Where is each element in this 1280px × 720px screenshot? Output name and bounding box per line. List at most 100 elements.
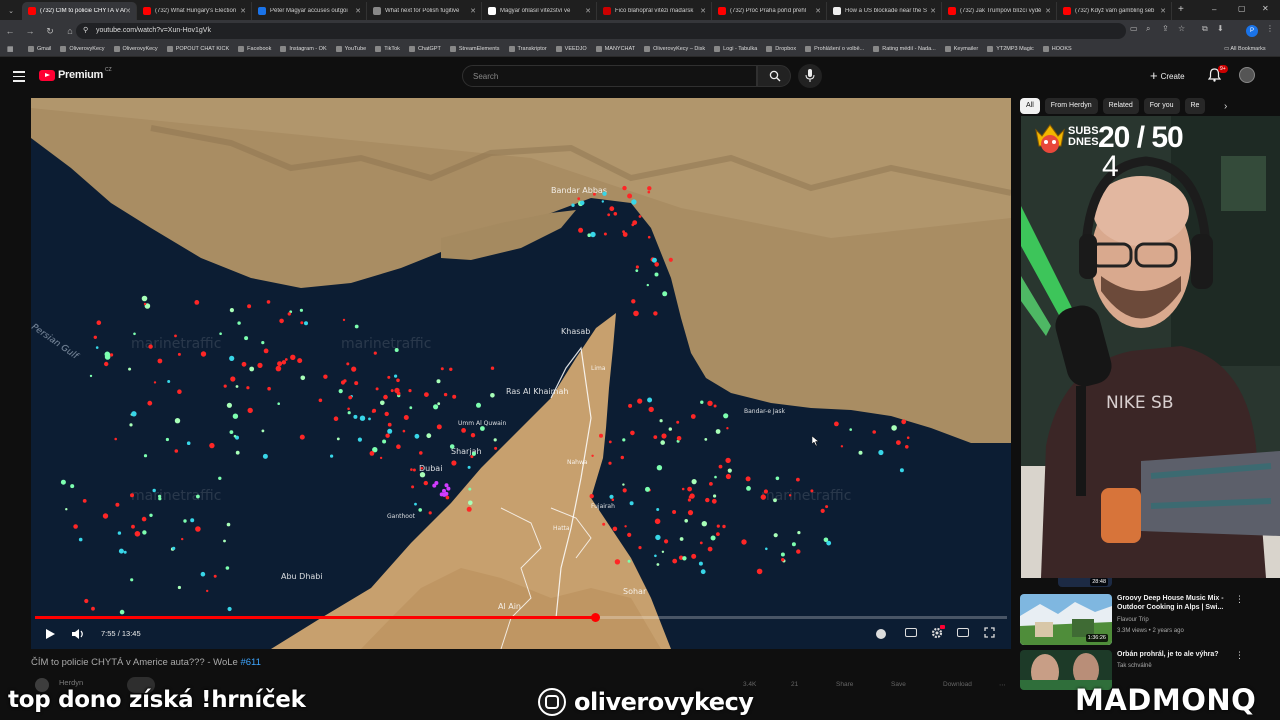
suggestion-partial-top[interactable]: 28:48 — [1020, 578, 1260, 588]
bookmark-item[interactable]: Gmail — [28, 46, 51, 52]
chip-for-you[interactable]: For you — [1143, 98, 1180, 114]
browser-tab[interactable]: How a US blockade near the S ✕ — [827, 2, 942, 20]
profile-icon[interactable]: P — [1246, 25, 1258, 37]
bookmark-item[interactable]: Facebook — [238, 46, 271, 52]
comments-count[interactable]: 21 — [791, 681, 798, 688]
search-button[interactable] — [757, 65, 791, 87]
bookmark-item[interactable]: OliverovyKecy — [60, 46, 105, 52]
ship-marker — [676, 420, 680, 424]
browser-tab[interactable]: Magyar ohlásil vítězství ve ✕ — [482, 2, 597, 20]
tab-close-icon[interactable]: ✕ — [125, 7, 131, 15]
window-close-icon[interactable]: ✕ — [1262, 4, 1269, 13]
browser-tab[interactable]: (732) Proč Praha poříd přehl ✕ — [712, 2, 827, 20]
bookmark-item[interactable]: ChatGPT — [408, 46, 441, 52]
play-icon[interactable] — [44, 628, 56, 640]
suggested-video[interactable]: 1:36:26 Groovy Deep House Music Mix - Ou… — [1020, 594, 1260, 646]
bookmark-item[interactable]: OliverovyKecy – Disk — [644, 46, 705, 52]
ship-marker — [461, 428, 466, 433]
bookmark-item[interactable]: POPOUT CHAT KICK — [166, 46, 229, 52]
apps-icon[interactable]: ▦ — [7, 45, 14, 53]
zoom-icon[interactable]: ⌕ — [1146, 24, 1150, 34]
tab-close-icon[interactable]: ✕ — [585, 7, 591, 15]
bookmark-item[interactable]: Instagram - OK — [280, 46, 327, 52]
bookmark-item[interactable]: YT2MP3 Magic — [987, 46, 1034, 52]
bookmark-item[interactable]: Transkriptor — [508, 46, 547, 52]
bookmark-item[interactable]: TikTok — [375, 46, 400, 52]
tab-close-icon[interactable]: ✕ — [815, 7, 821, 15]
search-input[interactable]: Search — [462, 65, 757, 87]
chip-all[interactable]: All — [1020, 98, 1040, 114]
chip-from-herdyn[interactable]: From Herdyn — [1044, 98, 1098, 114]
tab-close-icon[interactable]: ✕ — [355, 7, 361, 15]
tab-favicon-icon — [143, 7, 151, 15]
browser-tab[interactable]: (732) What Hungary's Election ✕ — [137, 2, 252, 20]
all-bookmarks-link[interactable]: ▭ All Bookmarks — [1224, 46, 1266, 52]
browser-tab[interactable]: (732) Když vám gambling seb ✕ — [1057, 2, 1172, 20]
fullscreen-icon[interactable] — [984, 627, 995, 638]
autoplay-toggle[interactable] — [876, 629, 886, 639]
chip-related[interactable]: Related — [1102, 98, 1139, 114]
extensions-icon[interactable]: ⧉ — [1202, 24, 1208, 34]
cast-icon[interactable]: ▭ — [1130, 24, 1138, 33]
bookmark-item[interactable]: Keymailer — [944, 46, 978, 52]
tab-close-icon[interactable]: ✕ — [930, 7, 936, 15]
site-info-icon[interactable]: ⚲ — [83, 23, 88, 39]
bookmark-item[interactable]: YouTube — [335, 46, 366, 52]
progress-bar[interactable] — [35, 613, 1007, 622]
tab-close-icon[interactable]: ✕ — [470, 7, 476, 15]
window-minimize-icon[interactable]: – — [1212, 5, 1216, 14]
subtitles-icon[interactable] — [905, 628, 917, 637]
install-icon[interactable]: ⇪ — [1162, 24, 1169, 33]
bookmark-star-icon[interactable]: ☆ — [1178, 24, 1185, 33]
bookmark-item[interactable]: Logi - Tabulka — [714, 46, 757, 52]
browser-tab[interactable]: Fico blahopřál vítězi maďarsk ✕ — [597, 2, 712, 20]
bookmark-item[interactable]: StreamElements — [449, 46, 500, 52]
browser-tab[interactable]: (732) ČÍM to policie CHYTÁ v Americe aut… — [22, 2, 137, 20]
voice-search-button[interactable] — [798, 64, 822, 88]
forward-icon[interactable]: → — [20, 26, 40, 36]
save-button[interactable]: Save — [891, 681, 906, 688]
tab-favicon-icon — [373, 7, 381, 15]
more-options-icon[interactable]: ⋮ — [1235, 650, 1244, 661]
video-player[interactable]: Bandar Abbas Khasab Ras Al Khaimah Sharj… — [31, 98, 1011, 649]
youtube-premium-logo[interactable]: Premium CZ — [39, 67, 112, 81]
chip-recently-uploaded[interactable]: Re — [1184, 98, 1206, 114]
account-avatar[interactable] — [1239, 67, 1255, 83]
browser-menu-icon[interactable]: ⋮ — [1266, 24, 1274, 33]
chevron-right-icon[interactable]: › — [1224, 101, 1227, 112]
bookmark-item[interactable]: HOOKS — [1042, 46, 1072, 52]
volume-icon[interactable] — [71, 628, 85, 640]
miniplayer-icon[interactable] — [957, 628, 969, 637]
tab-close-icon[interactable]: ✕ — [240, 7, 246, 15]
hamburger-menu-icon[interactable] — [13, 71, 25, 85]
downloads-icon[interactable]: ⬇ — [1217, 24, 1224, 33]
share-button[interactable]: Share — [836, 681, 853, 688]
bookmark-item[interactable]: Dropbox — [766, 46, 796, 52]
back-icon[interactable]: ← — [0, 26, 20, 36]
ship-marker — [380, 400, 385, 406]
channel-name[interactable]: Herdyn — [59, 678, 83, 687]
tab-search-button[interactable]: ⌄ — [0, 2, 22, 20]
window-maximize-icon[interactable]: ▢ — [1238, 4, 1246, 13]
new-tab-button[interactable]: + — [1178, 2, 1184, 20]
progress-scrubber[interactable] — [590, 613, 600, 622]
create-button[interactable]: + Create — [1150, 67, 1196, 85]
tab-close-icon[interactable]: ✕ — [1160, 7, 1166, 15]
ship-marker — [756, 568, 763, 575]
more-options-icon[interactable]: ⋮ — [1235, 594, 1244, 605]
download-button[interactable]: Download — [943, 681, 972, 688]
bookmark-item[interactable]: VEEDJO — [555, 46, 587, 52]
browser-tab[interactable]: Péter Magyar accuses outgoi ✕ — [252, 2, 367, 20]
bookmark-item[interactable]: Prohlášení o volbě... — [805, 46, 864, 52]
bookmark-item[interactable]: OliverovyKecy — [113, 46, 158, 52]
tab-close-icon[interactable]: ✕ — [1045, 7, 1051, 15]
reload-icon[interactable]: ↻ — [40, 26, 60, 37]
bookmark-item[interactable]: MANYCHAT — [595, 46, 635, 52]
tab-close-icon[interactable]: ✕ — [700, 7, 706, 15]
bookmark-item[interactable]: Rating médií - Nada... — [873, 46, 936, 52]
browser-tab[interactable]: What next for Polish fugitive ✕ — [367, 2, 482, 20]
browser-tab[interactable]: (732) Jak Trumpovi blízcí vydě ✕ — [942, 2, 1057, 20]
more-actions-icon[interactable]: ⋯ — [999, 681, 1006, 689]
video-hashtag[interactable]: #611 — [240, 657, 260, 668]
address-bar[interactable]: ⚲ youtube.com/watch?v=Xun-Hov1gVk — [76, 23, 1126, 39]
